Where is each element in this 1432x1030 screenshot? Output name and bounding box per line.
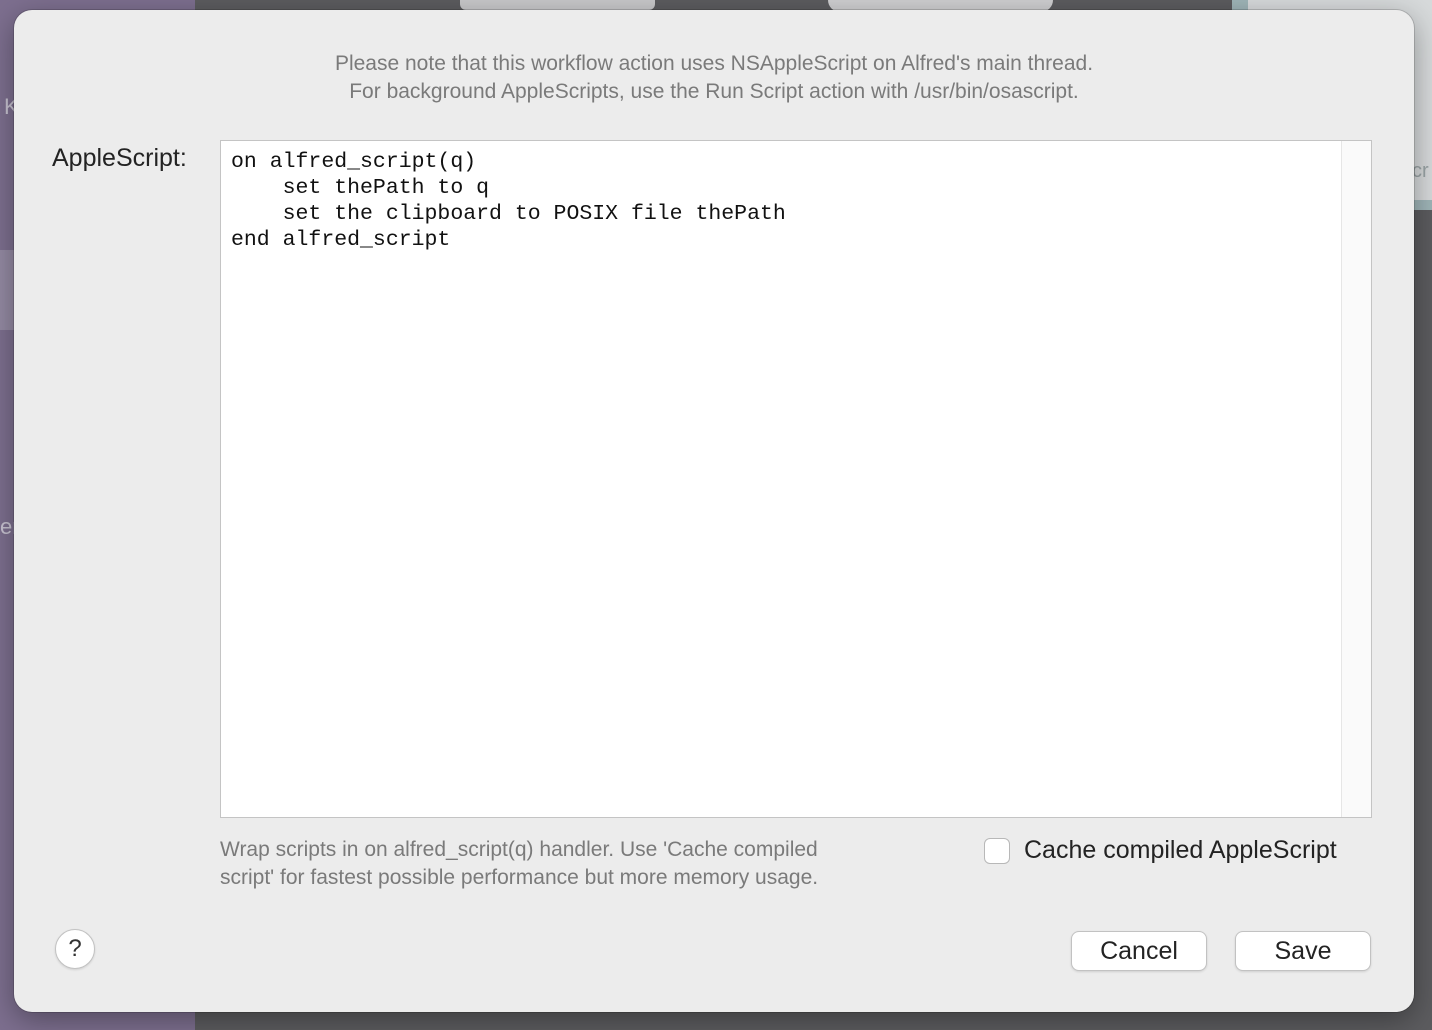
hint-line: Wrap scripts in on alfred_script(q) hand… xyxy=(220,838,818,861)
background-text-fragment: cr xyxy=(1412,160,1429,182)
handler-hint: Wrap scripts in on alfred_script(q) hand… xyxy=(220,836,940,892)
cache-compiled-label[interactable]: Cache compiled AppleScript xyxy=(1024,836,1337,865)
applescript-sheet: Please note that this workflow action us… xyxy=(14,10,1414,1012)
cache-compiled-checkbox[interactable] xyxy=(984,837,1010,864)
background-sidebar-highlight xyxy=(0,250,14,330)
editor-scrollbar[interactable] xyxy=(1341,141,1371,817)
note-line: Please note that this workflow action us… xyxy=(334,52,1094,75)
thread-note: Please note that this workflow action us… xyxy=(14,50,1414,106)
help-button[interactable]: ? xyxy=(55,929,95,969)
cache-compiled-option[interactable]: Cache compiled AppleScript xyxy=(984,836,1337,865)
background-tab xyxy=(460,0,655,10)
applescript-label: AppleScript: xyxy=(52,144,187,172)
applescript-editor[interactable]: on alfred_script(q) set thePath to q set… xyxy=(220,140,1372,818)
cancel-button[interactable]: Cancel xyxy=(1071,931,1207,971)
save-button[interactable]: Save xyxy=(1235,931,1371,971)
script-text[interactable]: on alfred_script(q) set thePath to q set… xyxy=(231,149,786,253)
hint-line: script' for fastest possible performance… xyxy=(220,866,819,889)
note-line: For background AppleScripts, use the Run… xyxy=(349,80,1079,103)
